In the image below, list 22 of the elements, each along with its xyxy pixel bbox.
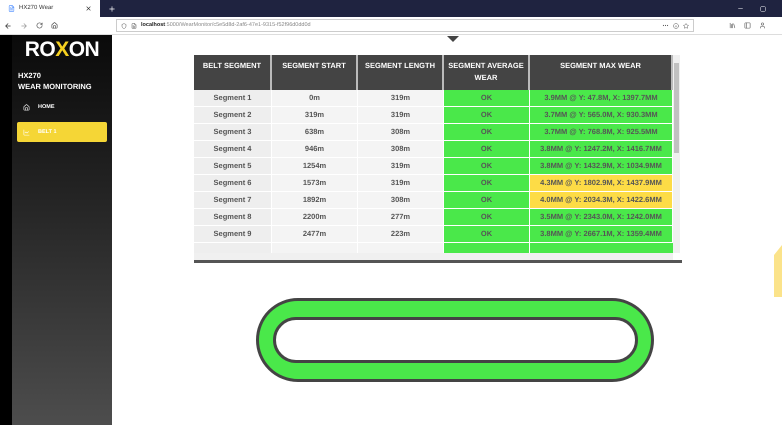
page-icon	[131, 22, 137, 28]
home-icon	[23, 104, 30, 110]
maximize-icon[interactable]	[760, 6, 766, 12]
minimize-icon[interactable]	[737, 5, 744, 12]
shield-icon	[121, 22, 127, 28]
decorative-shape	[774, 245, 782, 297]
forward-icon[interactable]	[20, 22, 28, 30]
new-tab-icon[interactable]	[108, 4, 116, 12]
page-icon	[8, 5, 15, 12]
sidebar-icon[interactable]	[744, 22, 751, 29]
account-icon[interactable]	[759, 22, 766, 29]
reload-icon[interactable]	[36, 22, 43, 29]
collapse-arrow-icon[interactable]	[447, 36, 459, 42]
library-icon[interactable]	[729, 22, 736, 29]
more-icon[interactable]	[662, 22, 669, 29]
star-icon[interactable]	[683, 22, 689, 28]
chart-icon	[23, 128, 30, 136]
close-icon[interactable]	[85, 5, 92, 12]
roxon-logo: ROXON	[24, 38, 100, 62]
back-icon[interactable]	[4, 22, 12, 30]
scrollbar[interactable]	[673, 55, 680, 253]
home-icon[interactable]	[51, 22, 58, 29]
